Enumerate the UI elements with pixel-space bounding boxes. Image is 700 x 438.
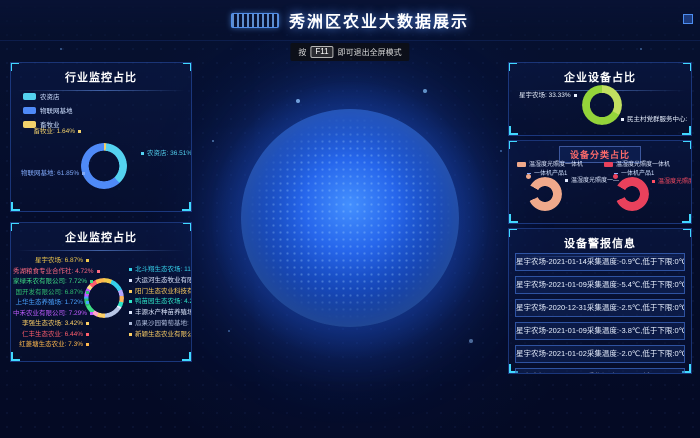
globe-visualization[interactable] [241, 109, 459, 327]
pie-label: 星宇农场: 6.87% [13, 254, 89, 264]
tip-prefix: 按 [298, 47, 306, 58]
device-ratio-panel: 企业设备占比 星宇农场: 33.33% 民主村党群服务中心: [508, 62, 692, 136]
pie-label: 阳门生态农业科技有限公 [129, 285, 192, 295]
device-class-donut-left[interactable] [528, 177, 562, 211]
panel-title-enterprise: 企业监控占比 [11, 229, 191, 245]
pie-label: 国开发有限公司: 6.87% [13, 286, 89, 296]
industry-donut-chart[interactable] [81, 143, 127, 189]
panel-title-alarm: 设备警报信息 [509, 235, 691, 251]
device-donut-chart[interactable] [582, 85, 622, 125]
alarm-row: 星宇农场-2021-01-09采集温度:-0.9℃,低于下限:0℃ [515, 368, 685, 374]
alarm-row: 星宇农场-2021-01-14采集温度:-0.9℃,低于下限:0℃ [515, 253, 685, 271]
pie-label: 瓜果沙园葡萄基地: 15.02% [129, 317, 192, 327]
legend-item-nongzidian[interactable]: 农资店 [23, 91, 73, 101]
pie-label: 仁丰生态农业: 6.44% [13, 328, 89, 338]
device-class-donut-right[interactable] [615, 177, 649, 211]
legend-label: 物联网基地 [40, 105, 73, 115]
legend-item-right-chart[interactable]: 温湿度光照度一体机 [604, 159, 670, 168]
header-bar: 秀洲区农业大数据展示 [0, 0, 700, 41]
pie-label: 中禾农业有限公司: 7.29% [13, 307, 89, 317]
pie-label: 温湿度光照度一— [565, 175, 619, 184]
pie-label: 民主村党群服务中心: [621, 113, 691, 123]
pie-label: 李强生态农场: 3.42% [13, 317, 89, 327]
panel-title-industry: 行业监控占比 [11, 69, 191, 85]
pie-label: 鸭苗园生态农场: 4.29 [129, 295, 192, 305]
pie-label: 秀湖粮食专业合作社: 4.72% [13, 265, 89, 275]
title-divider [17, 250, 185, 251]
alarm-row: 星宇农场-2021-01-02采集温度:-2.0℃,低于下限:0℃ [515, 345, 685, 363]
industry-ratio-panel: 行业监控占比 农资店 物联网基地 畜牧业 畜牧业: 1.64% 农资店: 36.… [10, 62, 192, 212]
legend-label: 农资店 [40, 91, 60, 101]
pie-label: 物联网基地: 61.85% [21, 167, 85, 177]
fullscreen-icon[interactable] [683, 14, 693, 24]
pie-label: 红菱塘生态农业: 7.3% [13, 338, 89, 348]
legend-swatch [604, 162, 613, 167]
alarm-row: 星宇农场-2021-01-09采集温度:-5.4℃,低于下限:0℃ [515, 276, 685, 294]
pie-label: 畜牧业: 1.64% [25, 125, 81, 135]
brand-logo [231, 13, 279, 28]
pie-label: 一体机产品1 [527, 168, 567, 177]
legend-item-left-chart[interactable]: 温湿度光照度一体机 [517, 159, 583, 168]
pie-label: 农资店: 36.51% [141, 147, 192, 157]
pie-label: 新颖生态农业有限公司: 6.87 [129, 328, 192, 338]
dashboard-screen: 秀洲区农业大数据展示 按 F11 即可退出全屏模式 行业监控占比 农资店 物联网… [0, 0, 700, 438]
legend-item-wulianwang[interactable]: 物联网基地 [23, 105, 73, 115]
pie-label: 上华生态养殖场: 1.72% [13, 296, 89, 306]
legend-swatch [23, 107, 36, 114]
donut-detached-dot [526, 174, 531, 179]
enterprise-ratio-panel: 企业监控占比 星宇农场: 6.87% 秀湖粮食专业合作社: 4.72% 家绿禾农… [10, 222, 192, 362]
pie-label: 大运河生态牧业有限责任公 [129, 274, 192, 284]
globe-dot-texture [249, 117, 451, 319]
legend-swatch [517, 162, 526, 167]
pie-label: 温湿度光照度一— [652, 176, 692, 185]
pie-label: 家绿禾农有限公司: 7.72% [13, 275, 89, 285]
pie-label: 北斗翔生态农场: 11.56% [129, 263, 192, 273]
f11-key-label: F11 [310, 46, 333, 58]
alarm-info-panel: 设备警报信息 星宇农场-2021-01-14采集温度:-0.9℃,低于下限:0℃… [508, 228, 692, 374]
legend-swatch [23, 93, 36, 100]
page-title: 秀洲区农业大数据展示 [289, 8, 469, 32]
device-class-panel: 设备分类占比 温湿度光照度一体机 一体机产品1 温湿度光照度一— 温湿度光照度一… [508, 140, 692, 224]
donut-detached-dot [613, 174, 618, 179]
alarm-row: 星宇农场-2021-01-09采集温度:-3.8℃,低于下限:0℃ [515, 322, 685, 340]
fullscreen-tip: 按 F11 即可退出全屏模式 [290, 43, 409, 61]
pie-label: 一体机产品1 [614, 168, 654, 177]
pie-label: 丰源水产种苗养殖场: 1. [129, 306, 192, 316]
alarm-row: 星宇农场-2020-12-31采集温度:-2.5℃,低于下限:0℃ [515, 299, 685, 317]
panel-title-device: 企业设备占比 [509, 69, 691, 85]
pie-label: 星宇农场: 33.33% [519, 89, 577, 99]
alarm-list: 星宇农场-2021-01-14采集温度:-0.9℃,低于下限:0℃ 星宇农场-2… [515, 253, 685, 374]
tip-suffix: 即可退出全屏模式 [338, 47, 402, 58]
